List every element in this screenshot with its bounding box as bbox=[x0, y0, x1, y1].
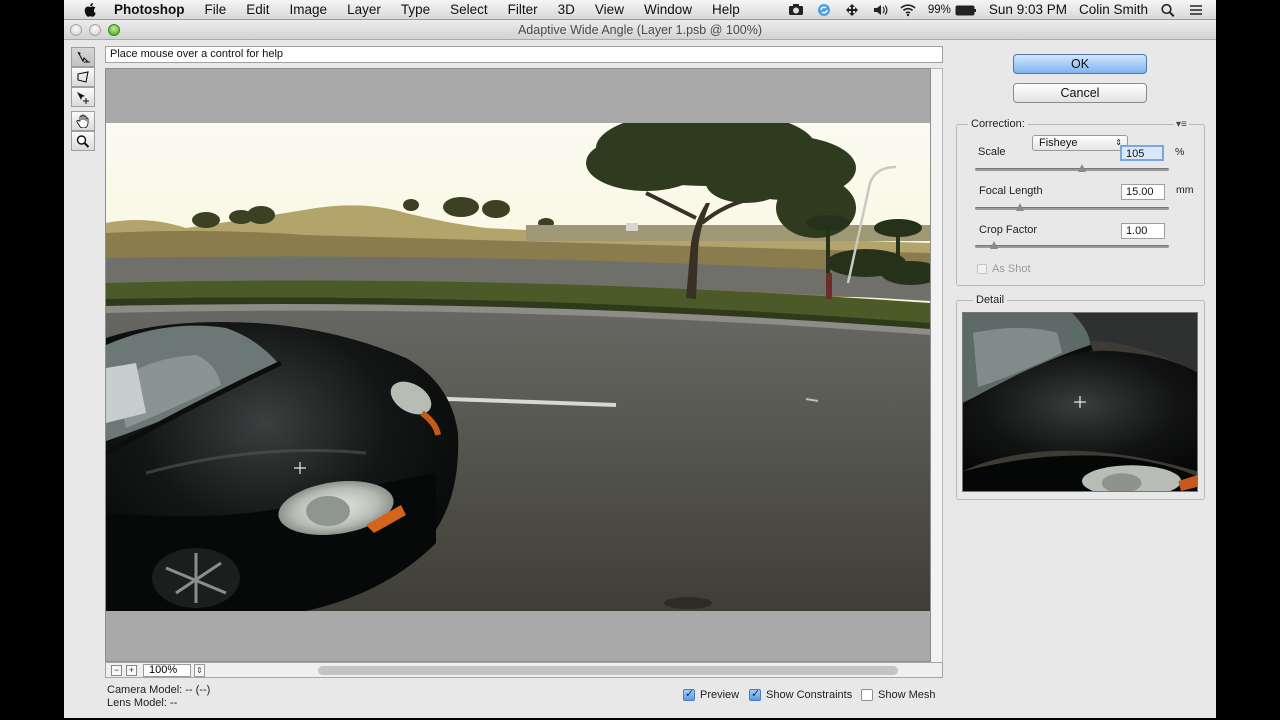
zoom-bar: − + 100% ⇕ bbox=[105, 662, 943, 678]
menu-layer[interactable]: Layer bbox=[337, 0, 391, 20]
crop-factor-input[interactable]: 1.00 bbox=[1121, 223, 1165, 239]
menu-bar: Photoshop File Edit Image Layer Type Sel… bbox=[64, 0, 1216, 20]
show-mesh-check-box[interactable] bbox=[861, 689, 873, 701]
hand-tool[interactable] bbox=[71, 111, 95, 131]
cancel-button[interactable]: Cancel bbox=[1013, 83, 1147, 103]
camera-icon[interactable] bbox=[788, 3, 804, 17]
zoom-stepper-icon[interactable]: ⇕ bbox=[194, 663, 205, 677]
arrows-icon[interactable] bbox=[844, 3, 860, 17]
close-window-button[interactable] bbox=[70, 24, 82, 36]
panel-menu-icon[interactable]: ▾≡ bbox=[1174, 119, 1189, 130]
constraint-tool-icon bbox=[77, 51, 90, 63]
menu-3d[interactable]: 3D bbox=[548, 0, 585, 20]
spotlight-search-icon[interactable] bbox=[1160, 3, 1176, 17]
volume-icon[interactable] bbox=[872, 3, 888, 17]
zoom-in-button[interactable]: + bbox=[126, 664, 137, 676]
help-text-bar: Place mouse over a control for help bbox=[105, 46, 943, 63]
menu-file[interactable]: File bbox=[195, 0, 237, 20]
preview-canvas[interactable] bbox=[105, 68, 931, 662]
menu-image[interactable]: Image bbox=[280, 0, 338, 20]
focal-length-label: Focal Length bbox=[979, 185, 1043, 197]
menu-select[interactable]: Select bbox=[440, 0, 498, 20]
tool-box bbox=[71, 47, 95, 151]
move-tool-icon bbox=[77, 92, 89, 104]
preview-label: Preview bbox=[700, 689, 740, 701]
correction-selected-value: Fisheye bbox=[1039, 137, 1078, 149]
polygon-constraint-icon bbox=[77, 71, 89, 83]
preview-image[interactable] bbox=[106, 123, 930, 611]
title-bar: Adaptive Wide Angle (Layer 1.psb @ 100%) bbox=[64, 20, 1216, 40]
clock[interactable]: Sun 9:03 PM bbox=[989, 2, 1067, 17]
zoom-tool[interactable] bbox=[71, 131, 95, 151]
crop-factor-slider-thumb[interactable] bbox=[990, 241, 999, 249]
constraint-tool[interactable] bbox=[71, 47, 95, 67]
scale-input[interactable]: 105 bbox=[1120, 145, 1164, 161]
zoom-out-button[interactable]: − bbox=[111, 664, 122, 676]
horizontal-scrollbar-thumb[interactable] bbox=[318, 666, 898, 675]
focal-length-unit: mm bbox=[1176, 184, 1194, 196]
menu-help[interactable]: Help bbox=[702, 0, 750, 20]
as-shot-label: As Shot bbox=[992, 263, 1031, 275]
as-shot-checkbox[interactable]: As Shot bbox=[977, 263, 1031, 275]
detail-label: Detail bbox=[973, 294, 1008, 306]
focal-length-input[interactable]: 15.00 bbox=[1121, 184, 1165, 200]
battery-icon[interactable] bbox=[955, 3, 977, 17]
detail-loupe-image bbox=[962, 312, 1198, 492]
ok-button[interactable]: OK bbox=[1013, 54, 1147, 74]
scale-slider-thumb[interactable] bbox=[1077, 164, 1086, 172]
crop-factor-slider[interactable] bbox=[975, 245, 1169, 248]
minimize-window-button[interactable] bbox=[89, 24, 101, 36]
menu-window[interactable]: Window bbox=[634, 0, 702, 20]
vertical-scrollbar[interactable] bbox=[931, 68, 943, 678]
preview-checkbox[interactable]: Preview bbox=[683, 687, 740, 701]
menu-type[interactable]: Type bbox=[391, 0, 440, 20]
user-name[interactable]: Colin Smith bbox=[1079, 2, 1148, 17]
menu-filter[interactable]: Filter bbox=[498, 0, 548, 20]
zoom-tool-icon bbox=[76, 135, 90, 148]
preview-check-box[interactable] bbox=[683, 687, 695, 701]
scale-label: Scale bbox=[978, 146, 1006, 158]
show-mesh-checkbox[interactable]: Show Mesh bbox=[861, 689, 935, 701]
show-constraints-label: Show Constraints bbox=[766, 689, 853, 701]
lens-model-text: Lens Model: -- bbox=[107, 697, 178, 709]
screen: Photoshop File Edit Image Layer Type Sel… bbox=[0, 0, 1280, 720]
move-tool[interactable] bbox=[71, 87, 95, 107]
polygon-constraint-tool[interactable] bbox=[71, 67, 95, 87]
scale-slider[interactable] bbox=[975, 168, 1169, 171]
window-title: Adaptive Wide Angle (Layer 1.psb @ 100%) bbox=[517, 22, 763, 37]
zoom-level-field[interactable]: 100% bbox=[143, 663, 191, 677]
camera-model-text: Camera Model: -- (--) bbox=[107, 684, 211, 696]
correction-label: Correction: bbox=[968, 118, 1028, 130]
adaptive-wide-angle-dialog: Adaptive Wide Angle (Layer 1.psb @ 100%)… bbox=[64, 20, 1216, 718]
zoom-window-button[interactable] bbox=[108, 24, 120, 36]
crop-factor-label: Crop Factor bbox=[979, 224, 1038, 236]
status-area: 99% Sun 9:03 PM Colin Smith bbox=[776, 0, 1216, 20]
focal-length-slider[interactable] bbox=[975, 207, 1169, 210]
menu-edit[interactable]: Edit bbox=[236, 0, 279, 20]
battery-percent: 99% bbox=[927, 3, 951, 16]
show-constraints-check-box[interactable] bbox=[749, 687, 761, 701]
hand-tool-icon bbox=[76, 114, 89, 128]
lens-info: Camera Model: -- (--) Lens Model: -- bbox=[107, 684, 210, 710]
show-constraints-checkbox[interactable]: Show Constraints bbox=[749, 687, 853, 701]
notification-center-icon[interactable] bbox=[1188, 3, 1204, 17]
as-shot-check-box[interactable] bbox=[977, 264, 987, 274]
menu-view[interactable]: View bbox=[585, 0, 634, 20]
focal-length-slider-thumb[interactable] bbox=[1015, 203, 1024, 211]
menu-photoshop[interactable]: Photoshop bbox=[114, 0, 195, 20]
wifi-icon[interactable] bbox=[900, 3, 916, 17]
scale-unit: % bbox=[1175, 146, 1185, 158]
show-mesh-label: Show Mesh bbox=[878, 689, 936, 701]
sync-icon[interactable] bbox=[816, 3, 832, 17]
correction-dropdown[interactable]: Fisheye ⇕ bbox=[1032, 135, 1128, 151]
apple-icon[interactable] bbox=[82, 2, 100, 18]
